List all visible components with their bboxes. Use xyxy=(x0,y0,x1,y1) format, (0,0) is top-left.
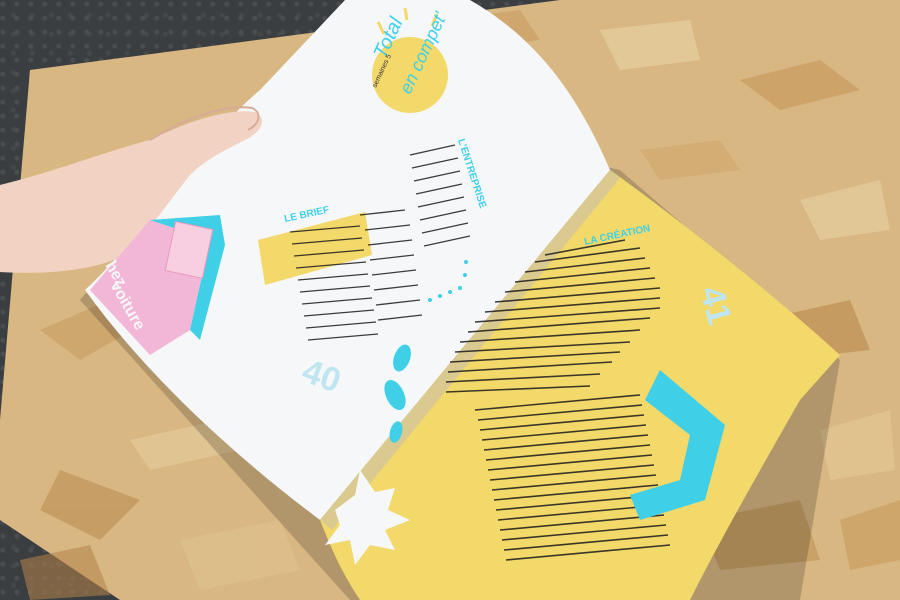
wood-board: Total en compet' semaines 5 LE BRIEF L'E… xyxy=(0,0,900,600)
scene-svg: Total en compet' semaines 5 LE BRIEF L'E… xyxy=(0,0,900,600)
photo-scene: Total en compet' semaines 5 LE BRIEF L'E… xyxy=(0,0,900,600)
